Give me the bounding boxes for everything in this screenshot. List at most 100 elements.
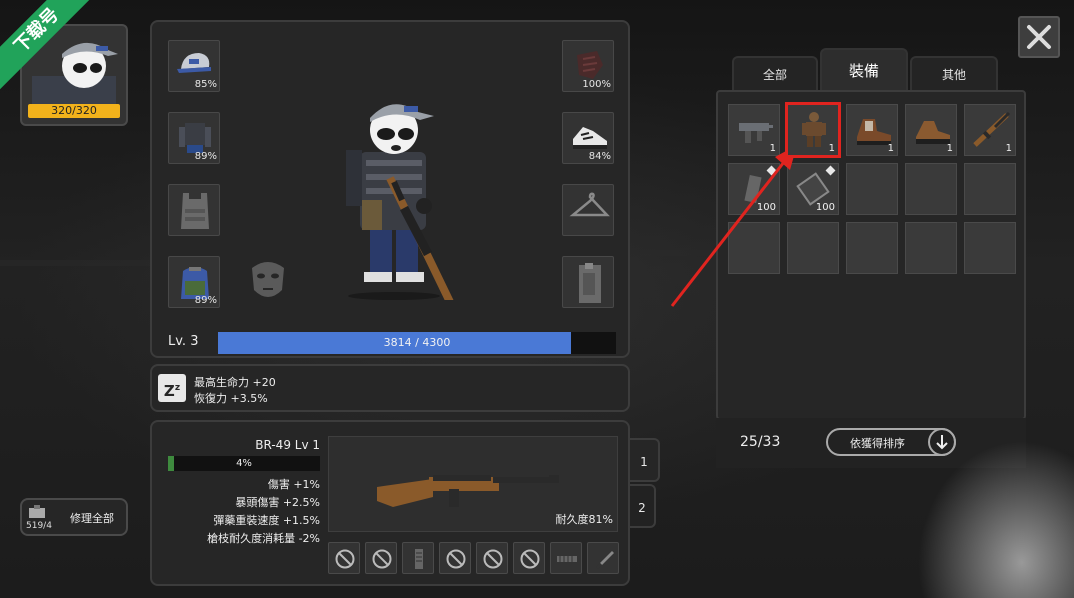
- slot-percent: 89%: [194, 295, 217, 306]
- weapon-name: BR-49 Lv 1: [255, 438, 320, 452]
- inventory-capacity: 25/33: [740, 434, 781, 450]
- no-symbol-icon: [483, 549, 503, 569]
- level-label: Lv. 3: [168, 334, 199, 349]
- inventory-slot[interactable]: [964, 163, 1016, 215]
- mod-slot-magazine[interactable]: [402, 542, 434, 574]
- repair-all-button[interactable]: 519/4 修理全部: [20, 498, 128, 536]
- equip-slot-mask[interactable]: [242, 256, 294, 308]
- mask-icon: [252, 262, 284, 297]
- equip-slot-gloves[interactable]: 100%: [562, 40, 614, 92]
- tab-label: 全部: [762, 68, 787, 82]
- mod-slot-empty[interactable]: [476, 542, 508, 574]
- sort-button[interactable]: 依獲得排序: [826, 428, 956, 456]
- weapon-stats: BR-49 Lv 1 4% 傷害 +1% 暴頭傷害 +2.5% 彈藥重裝速度 +…: [168, 434, 320, 554]
- item-count: 1: [1005, 143, 1012, 154]
- weapon-stat: 彈藥重裝速度 +1.5%: [213, 514, 320, 527]
- repair-label: 修理全部: [70, 512, 114, 525]
- hp-text: 320/320: [51, 104, 97, 117]
- slot-percent: 85%: [194, 79, 217, 90]
- weapon-tab-label: 2: [638, 501, 646, 515]
- arrow-down-icon: [936, 435, 948, 450]
- mod-slot-empty[interactable]: [365, 542, 397, 574]
- slot-percent: 89%: [194, 151, 217, 162]
- item-count: 100: [756, 202, 776, 213]
- sort-direction-button[interactable]: [928, 428, 956, 456]
- buff-line-2: 恢復力 +3.5%: [194, 392, 268, 405]
- close-button[interactable]: [1018, 16, 1060, 58]
- mod-slot-empty[interactable]: [328, 542, 360, 574]
- repair-kit-icon: [29, 505, 45, 518]
- equip-slot-shoes[interactable]: 84%: [562, 112, 614, 164]
- item-count: 1: [887, 143, 894, 154]
- equip-slot-jacket[interactable]: 89%: [168, 112, 220, 164]
- tab-other[interactable]: 其他: [910, 56, 998, 92]
- mod-slot-empty[interactable]: [513, 542, 545, 574]
- mod-slot-empty[interactable]: [439, 542, 471, 574]
- inventory-slot[interactable]: 100: [787, 163, 839, 215]
- background-decor: [0, 260, 150, 266]
- weapon-tab-label: 1: [640, 455, 648, 469]
- xp-text: 3814 / 4300: [383, 336, 451, 349]
- background-decor: [640, 250, 720, 256]
- buff-line-1: 最高生命力 +20: [194, 376, 276, 389]
- mod-slot-knife[interactable]: [587, 542, 619, 574]
- slot-percent: 84%: [588, 151, 611, 162]
- tab-all[interactable]: 全部: [732, 56, 818, 92]
- magazine-icon: [415, 549, 423, 569]
- durability-text: 耐久度81%: [555, 513, 613, 526]
- item-count: 1: [828, 143, 835, 154]
- rail-icon: [557, 556, 577, 562]
- weapon-panel: BR-49 Lv 1 4% 傷害 +1% 暴頭傷害 +2.5% 彈藥重裝速度 +…: [150, 420, 630, 586]
- hp-bar: 320/320: [28, 104, 120, 118]
- weapon-stat: 槍枝耐久度消耗量 -2%: [207, 532, 320, 545]
- mod-slot-rail[interactable]: [550, 542, 582, 574]
- no-symbol-icon: [335, 549, 355, 569]
- inventory-slot[interactable]: [846, 163, 898, 215]
- equip-slot-cap[interactable]: 85%: [168, 40, 220, 92]
- xp-bar: 3814 / 4300: [218, 332, 616, 354]
- equip-slot-backpack[interactable]: 89%: [168, 256, 220, 308]
- equip-slot-vest[interactable]: [168, 184, 220, 236]
- inventory-slot[interactable]: [905, 163, 957, 215]
- inventory-slot[interactable]: [846, 222, 898, 274]
- sort-label: 依獲得排序: [850, 437, 905, 450]
- knife-icon: [596, 551, 614, 569]
- weapon-tab-1[interactable]: 1: [630, 438, 660, 482]
- holster-icon: [579, 263, 601, 303]
- inventory-slot[interactable]: 100: [728, 163, 780, 215]
- equip-slot-holster[interactable]: [562, 256, 614, 308]
- inventory-slot[interactable]: 1: [905, 104, 957, 156]
- inventory-slot[interactable]: 1: [964, 104, 1016, 156]
- item-count: 1: [946, 143, 953, 154]
- weapon-preview[interactable]: 耐久度81%: [328, 436, 618, 532]
- weapon-progress-bar: 4%: [168, 456, 320, 471]
- equip-slot-clothing[interactable]: [562, 184, 614, 236]
- vest-icon: [181, 193, 209, 229]
- inventory-slot[interactable]: 1: [728, 104, 780, 156]
- no-symbol-icon: [520, 549, 540, 569]
- no-symbol-icon: [372, 549, 392, 569]
- inventory-slot[interactable]: 1: [846, 104, 898, 156]
- inventory-slot[interactable]: [905, 222, 957, 274]
- close-icon: [1027, 25, 1051, 49]
- character-panda-figure: [346, 104, 454, 300]
- weapon-progress-text: 4%: [236, 458, 252, 469]
- repair-count: 519/4: [26, 521, 52, 531]
- hanger-icon: [569, 192, 610, 217]
- weapon-stat: 傷害 +1%: [267, 478, 320, 491]
- buff-panel: Zz 最高生命力 +20 恢復力 +3.5%: [150, 364, 630, 412]
- slot-percent: 100%: [582, 79, 611, 90]
- weapon-stat: 暴頭傷害 +2.5%: [235, 496, 320, 509]
- weapon-tab-2[interactable]: 2: [630, 484, 656, 528]
- inventory-panel: 1 1 1 1 1 100 100: [716, 90, 1026, 420]
- inventory-slot[interactable]: [728, 222, 780, 274]
- inventory-slot[interactable]: 1: [785, 102, 841, 158]
- item-count: 1: [769, 143, 776, 154]
- rifle-br49-icon: [377, 475, 559, 507]
- inventory-slot[interactable]: [787, 222, 839, 274]
- item-count: 100: [815, 202, 835, 213]
- inventory-slot[interactable]: [964, 222, 1016, 274]
- inventory-footer: 25/33 依獲得排序: [716, 418, 1026, 468]
- no-symbol-icon: [446, 549, 466, 569]
- tab-equipment[interactable]: 裝備: [820, 48, 908, 92]
